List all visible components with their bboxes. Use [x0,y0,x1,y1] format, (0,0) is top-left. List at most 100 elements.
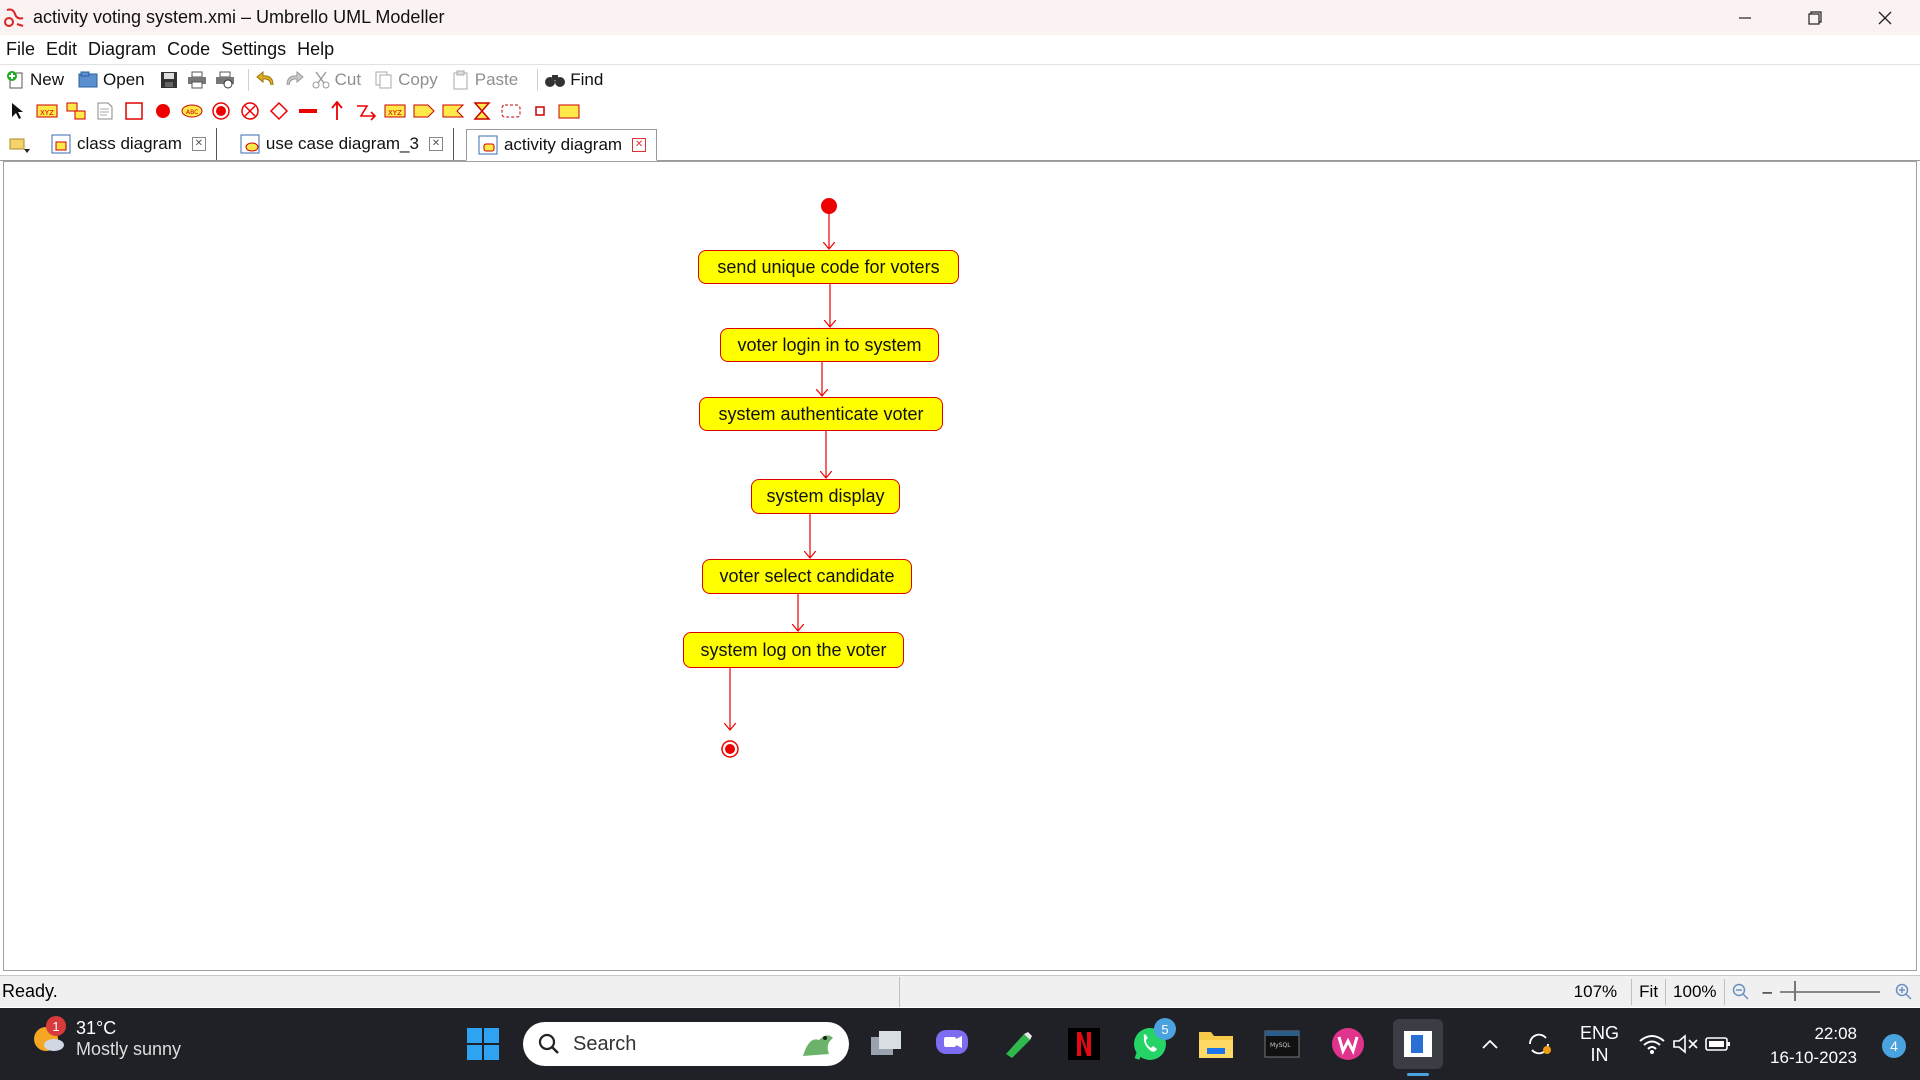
taskbar-search[interactable]: Search [523,1022,849,1066]
pen-app-button[interactable] [998,1024,1038,1064]
zoom-slider[interactable] [1780,981,1880,1001]
umbrello-taskbar-button[interactable] [1393,1019,1443,1076]
show-hidden-icons-button[interactable] [1480,1008,1500,1080]
copy-button[interactable]: Copy [374,70,438,90]
wps-office-button[interactable] [1328,1024,1368,1064]
box-tool[interactable] [122,99,146,123]
mysql-button[interactable]: MySQL [1262,1024,1302,1064]
region-tool[interactable] [499,99,523,123]
minimize-button[interactable] [1710,0,1780,35]
open-button[interactable]: Open [77,70,145,90]
activity-node[interactable]: system log on the voter [683,632,904,668]
find-button[interactable]: Find [544,70,603,90]
activity-tool[interactable] [64,99,88,123]
object-node-tool[interactable]: XYZ [35,99,59,123]
accept-time-tool[interactable] [470,99,494,123]
activity-node[interactable]: voter select candidate [702,559,912,594]
pre-condition-tool[interactable]: XYZ [383,99,407,123]
find-label: Find [570,69,604,89]
close-button[interactable] [1850,0,1920,35]
close-tab-icon[interactable]: ✕ [191,137,206,151]
taskbar-clock[interactable]: 22:08 16-10-2023 [1770,1022,1857,1070]
close-tab-icon[interactable]: ✕ [632,138,647,152]
cursor-arrow-icon [12,103,23,119]
file-explorer-button[interactable] [1196,1024,1236,1064]
menu-settings[interactable]: Settings [221,39,286,60]
mysql-terminal-icon: MySQL [1264,1030,1300,1058]
svg-text:MySQL: MySQL [1270,1042,1291,1049]
print-button[interactable] [186,69,208,91]
notifications-badge[interactable]: 4 [1882,1034,1906,1058]
pin-tool[interactable] [528,99,552,123]
search-placeholder: Search [573,1032,637,1055]
note-tool[interactable] [93,99,117,123]
task-view-button[interactable] [867,1024,907,1064]
main-toolbar: New Open Cut Copy Paste Find [0,64,1920,94]
menu-file[interactable]: File [6,39,35,60]
print-preview-button[interactable] [214,69,236,91]
fork-join-tool[interactable] [296,99,320,123]
language-indicator[interactable]: ENG IN [1580,1008,1619,1080]
zoom-in-button[interactable] [1888,979,1920,1005]
dragon-search-highlight-icon [803,1035,833,1056]
select-arrow-tool[interactable] [6,99,30,123]
accept-signal-tool[interactable] [441,99,465,123]
tab-use-case-diagram[interactable]: use case diagram_3 ✕ [229,128,454,160]
dependency-tool[interactable] [325,99,349,123]
send-signal-tool[interactable] [412,99,436,123]
diagram-canvas[interactable]: send unique code for voters voter login … [3,161,1917,971]
final-activity-tool[interactable] [238,99,262,123]
whatsapp-button[interactable]: 5 [1130,1018,1176,1064]
paste-button[interactable]: Paste [451,70,518,90]
menu-edit[interactable]: Edit [46,39,77,60]
activity-node[interactable]: voter login in to system [720,328,939,362]
weather-widget[interactable]: 1 31°C Mostly sunny [28,1016,181,1060]
tab-list-button[interactable] [0,130,40,160]
wps-office-icon [1332,1028,1364,1060]
exception-tool[interactable] [354,99,378,123]
sync-status-button[interactable] [1524,1008,1554,1080]
final-node-inner [725,744,735,754]
undo-button[interactable] [255,69,277,91]
zoom-slider-handle[interactable] [1794,981,1796,1001]
weather-alert-badge: 1 [46,1016,66,1036]
scissors-icon [312,71,330,88]
save-button[interactable] [158,69,180,91]
binoculars-icon [545,74,566,87]
cut-button[interactable]: Cut [311,70,361,90]
fork-bar-icon [299,109,317,113]
zoom-out-button[interactable] [1723,979,1757,1005]
initial-state-tool[interactable] [151,99,175,123]
reset-zoom-button[interactable]: 100% [1665,979,1723,1005]
menu-diagram[interactable]: Diagram [88,39,156,60]
use-case-diagram-icon [240,134,260,154]
redo-button[interactable] [283,69,305,91]
initial-node[interactable] [821,198,837,214]
new-button[interactable]: New [6,70,64,90]
class-diagram-icon [51,134,71,154]
tab-class-diagram[interactable]: class diagram ✕ [40,128,217,160]
netflix-button[interactable] [1064,1024,1104,1064]
fit-button[interactable]: Fit [1631,979,1665,1005]
network-volume-battery[interactable] [1638,1008,1732,1080]
text-label-tool[interactable]: ABC [180,99,204,123]
menu-code[interactable]: Code [167,39,210,60]
branch-tool[interactable] [267,99,291,123]
activity-node[interactable]: system display [751,479,900,514]
end-state-tool[interactable] [209,99,233,123]
object-tool[interactable] [557,99,581,123]
close-tab-icon[interactable]: ✕ [428,137,443,151]
activity-flow-svg [721,198,837,758]
note-icon [97,102,113,120]
windows-logo-icon [467,1028,499,1060]
svg-text:XYZ: XYZ [388,109,402,117]
activity-node[interactable]: system authenticate voter [699,397,943,431]
status-text: Ready. [2,976,900,1007]
tab-activity-diagram[interactable]: activity diagram ✕ [465,129,658,161]
teams-chat-button[interactable] [932,1024,972,1064]
restore-button[interactable] [1780,0,1850,35]
activity-node[interactable]: send unique code for voters [698,250,959,284]
new-document-icon [7,70,23,88]
start-button[interactable] [463,1024,503,1064]
menu-help[interactable]: Help [297,39,334,60]
